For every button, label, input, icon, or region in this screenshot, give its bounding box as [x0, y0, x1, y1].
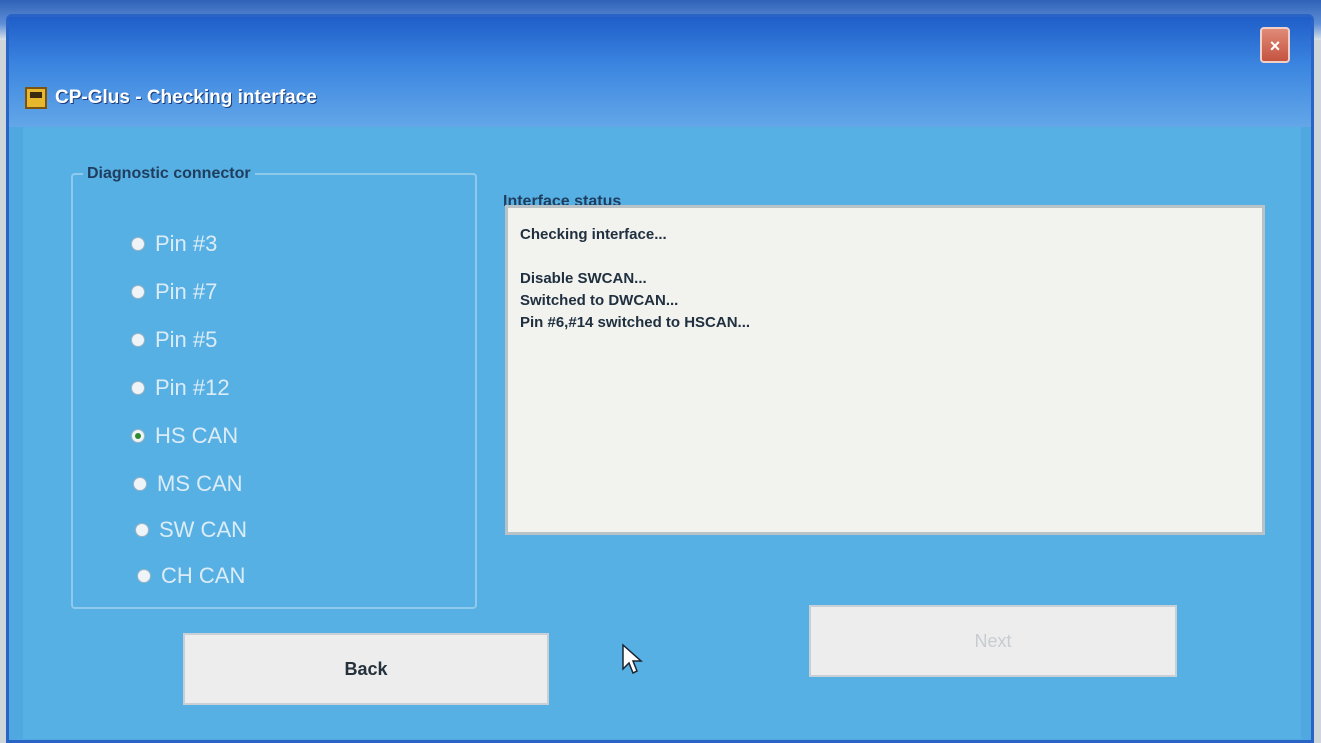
status-line: Checking interface... [520, 226, 667, 243]
radio-pin-3[interactable]: Pin #3 [131, 231, 217, 257]
back-button[interactable]: Back [183, 633, 549, 705]
radio-label: Pin #12 [155, 375, 230, 400]
radio-label: CH CAN [161, 563, 246, 588]
radio-label: HS CAN [155, 423, 239, 448]
status-line: Pin #6,#14 switched to HSCAN... [520, 314, 751, 331]
status-line [520, 246, 1252, 268]
interface-status-textbox[interactable]: Checking interface... Disable SWCAN... S… [505, 205, 1265, 535]
radio-label: Pin #3 [155, 231, 218, 256]
radio-button-icon[interactable] [131, 381, 145, 395]
status-line: Switched to DWCAN... [520, 292, 679, 309]
radio-label: MS CAN [157, 471, 243, 496]
radio-pin-7[interactable]: Pin #7 [131, 279, 217, 305]
app-icon [25, 87, 47, 109]
window-title: CP-Glus - Checking interface [55, 87, 317, 108]
status-line: Disable SWCAN... [520, 270, 647, 287]
mouse-cursor-icon [622, 643, 643, 675]
radio-pin-12[interactable]: Pin #12 [131, 375, 230, 401]
radio-button-icon[interactable] [131, 333, 145, 347]
radio-label: SW CAN [159, 517, 247, 542]
title-bar: CP-Glus - Checking interface × [9, 17, 1311, 127]
radio-label: Pin #7 [155, 279, 218, 304]
radio-button-icon[interactable] [131, 237, 145, 251]
next-button[interactable]: Next [809, 605, 1177, 677]
radio-button-icon[interactable] [137, 569, 151, 583]
close-button[interactable]: × [1260, 27, 1290, 63]
radio-button-icon[interactable] [135, 523, 149, 537]
radio-button-icon[interactable] [133, 477, 147, 491]
diagnostic-connector-label: Diagnostic connector [83, 165, 255, 183]
radio-button-selected-icon[interactable] [131, 429, 145, 443]
radio-hs-can[interactable]: HS CAN [131, 423, 238, 449]
radio-pin-5[interactable]: Pin #5 [131, 327, 217, 353]
radio-label: Pin #5 [155, 327, 218, 352]
radio-sw-can[interactable]: SW CAN [135, 517, 247, 543]
radio-ms-can[interactable]: MS CAN [133, 471, 243, 497]
dialog-client-area: Diagnostic connector Pin #3 Pin #7 Pin #… [23, 127, 1301, 739]
diagnostic-connector-group: Diagnostic connector Pin #3 Pin #7 Pin #… [71, 165, 477, 609]
radio-button-icon[interactable] [131, 285, 145, 299]
radio-ch-can[interactable]: CH CAN [137, 563, 245, 589]
dialog-window: CP-Glus - Checking interface × Diagnosti… [6, 14, 1314, 743]
